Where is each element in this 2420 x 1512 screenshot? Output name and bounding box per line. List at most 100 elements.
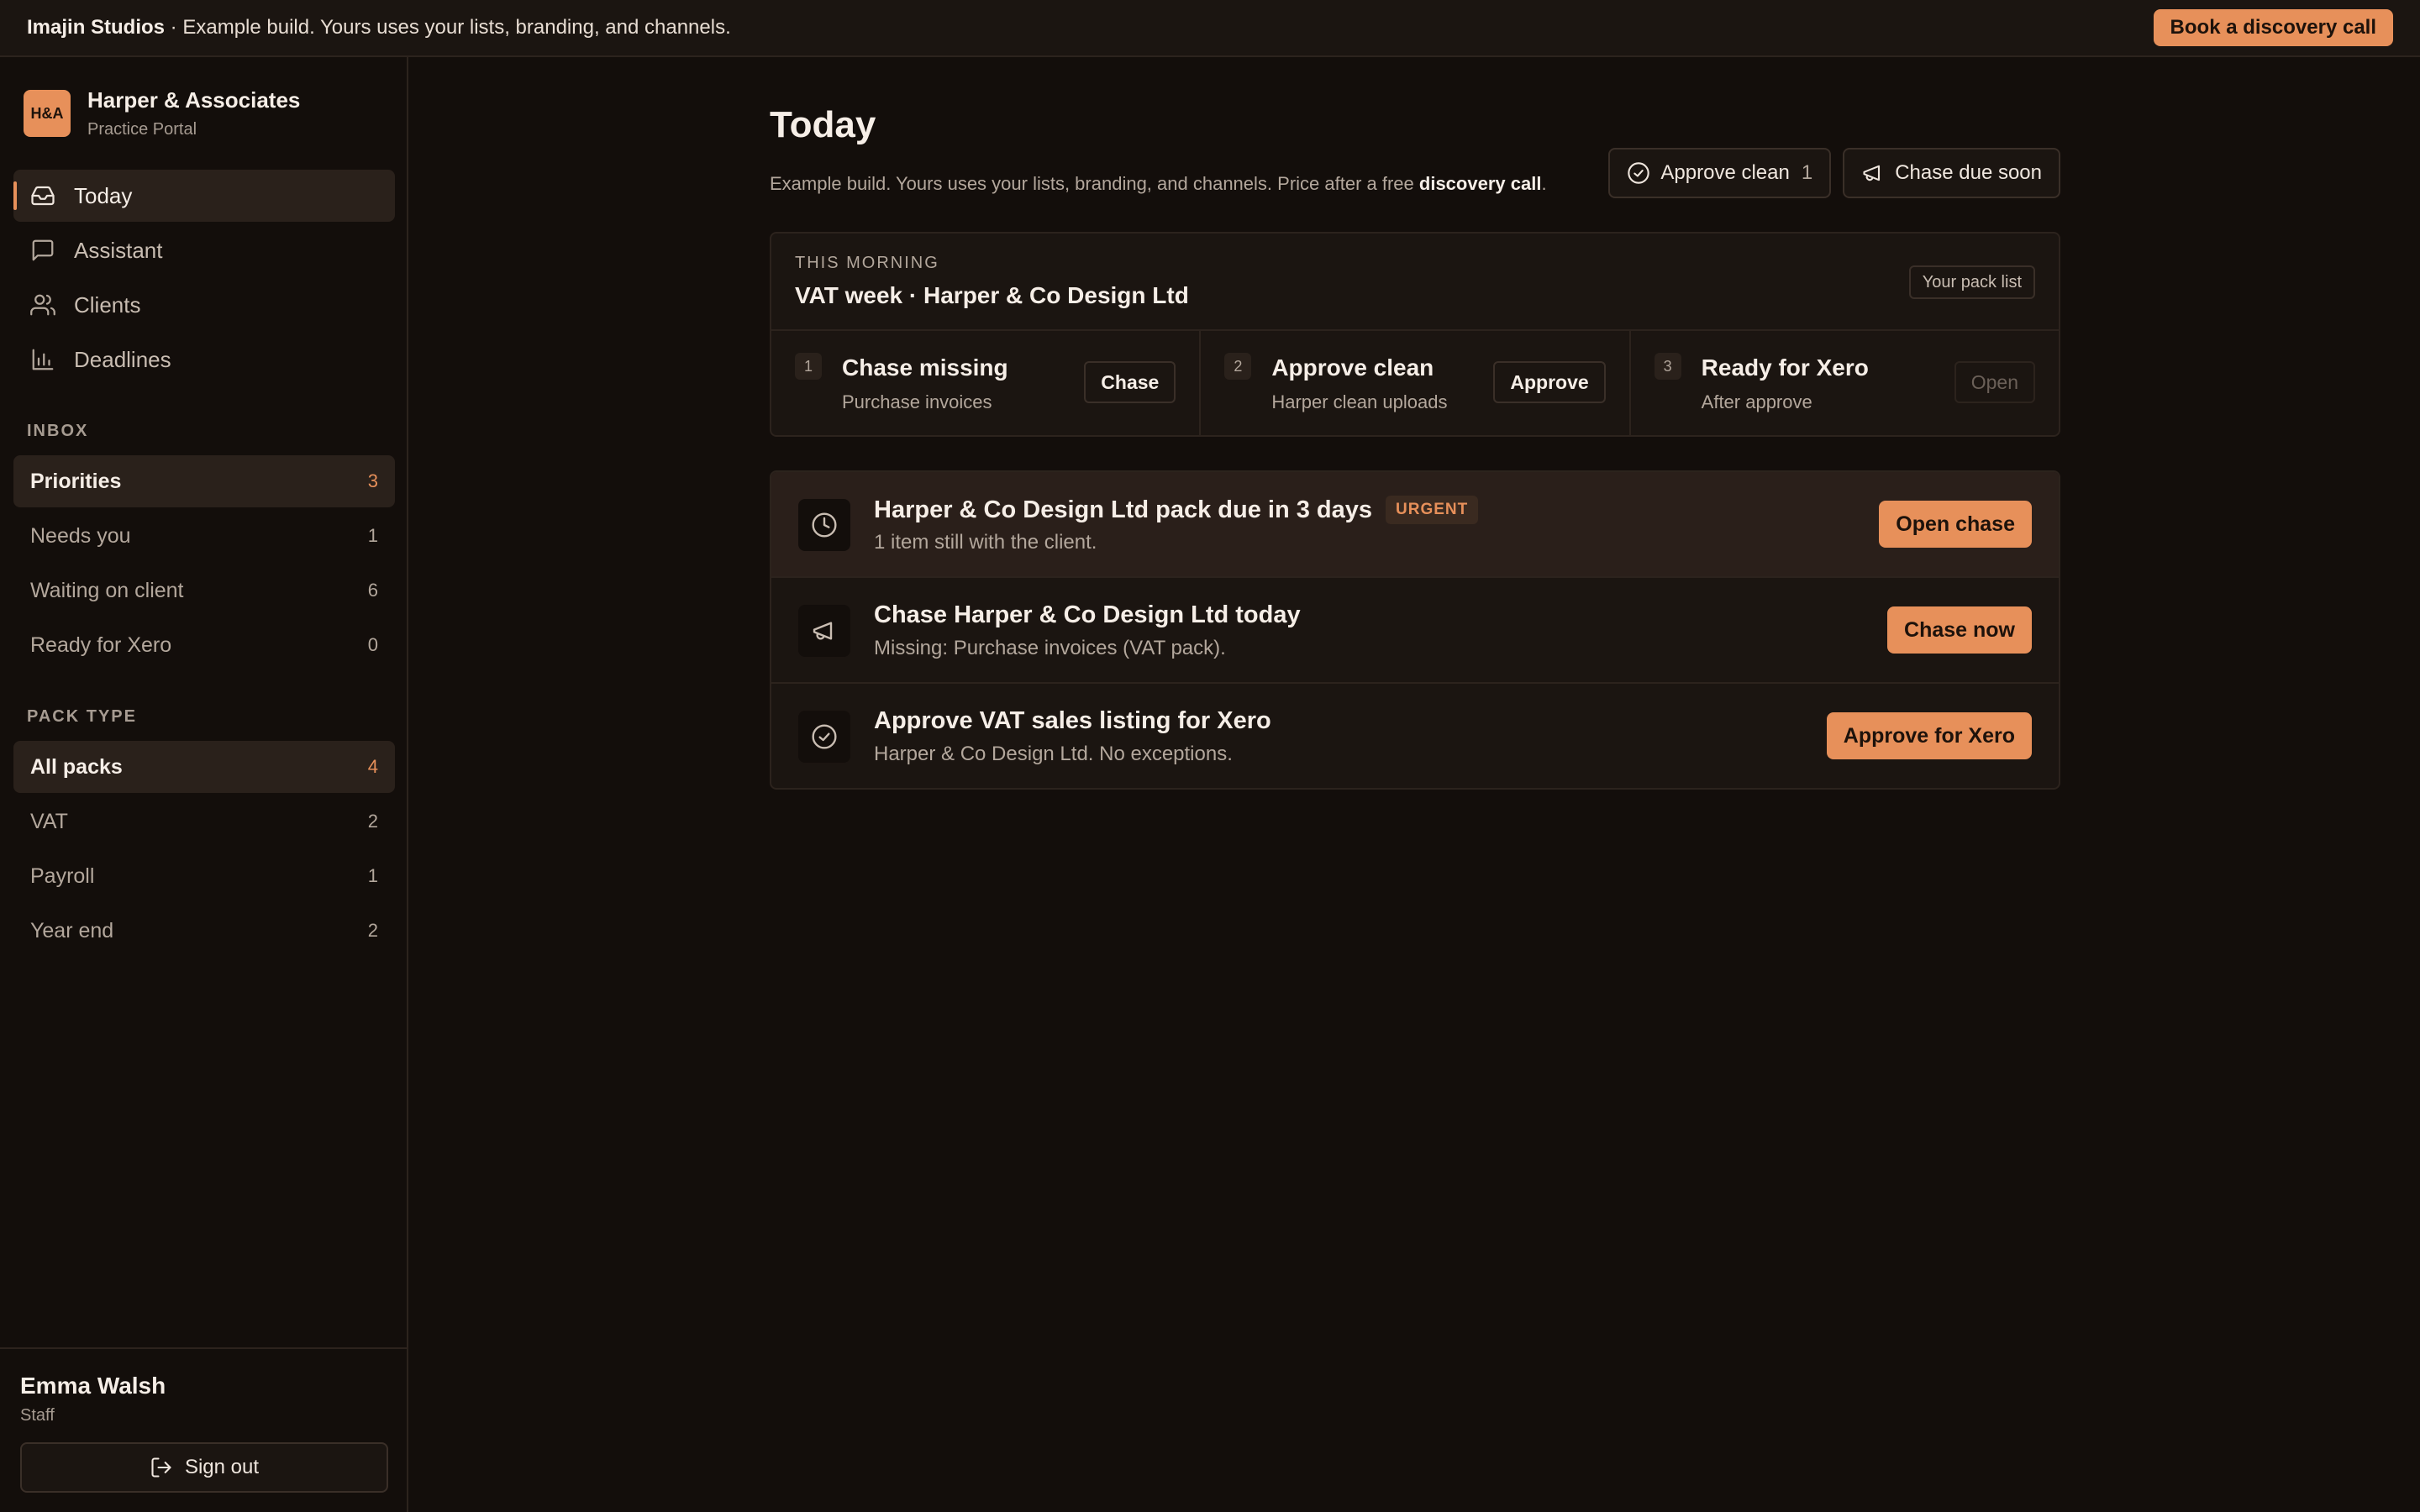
- sidebar: H&A Harper & Associates Practice Portal …: [0, 57, 408, 1512]
- pack-item-year-end[interactable]: Year end 2: [13, 905, 395, 957]
- nav-item-assistant[interactable]: Assistant: [13, 224, 395, 276]
- task-row-pack-due: Harper & Co Design Ltd pack due in 3 day…: [771, 472, 2059, 578]
- banner-message: · Example build. Yours uses your lists, …: [165, 16, 731, 39]
- task-subtitle: 1 item still with the client.: [874, 531, 1097, 554]
- step-chase-missing: 1 Chase missing Purchase invoices Chase: [771, 331, 1202, 435]
- chase-button[interactable]: Chase: [1084, 361, 1176, 403]
- nav-label-today: Today: [74, 182, 133, 208]
- pack-item-count: 1: [367, 865, 378, 886]
- pack-item-label: Payroll: [30, 864, 95, 888]
- task-title: Harper & Co Design Ltd pack due in 3 day…: [874, 496, 1479, 524]
- main-nav: Today Assistant Clients Deadlines: [13, 170, 395, 388]
- task-title-text: Chase Harper & Co Design Ltd today: [874, 601, 1301, 628]
- inbox-item-priorities[interactable]: Priorities 3: [13, 455, 395, 507]
- approve-clean-button[interactable]: Approve clean 1: [1608, 148, 1832, 198]
- book-discovery-call-button[interactable]: Book a discovery call: [2153, 9, 2393, 46]
- workflow-steps: 1 Chase missing Purchase invoices Chase …: [771, 331, 2059, 435]
- chat-icon: [32, 239, 54, 261]
- pack-type-filter-list: All packs 4 VAT 2 Payroll 1 Year end 2: [13, 741, 395, 959]
- inbox-item-needs-you[interactable]: Needs you 1: [13, 510, 395, 562]
- pack-item-count: 4: [367, 756, 378, 777]
- step-subtitle: Harper clean uploads: [1271, 391, 1448, 412]
- page-title: Today: [770, 104, 876, 145]
- nav-item-today[interactable]: Today: [13, 170, 395, 222]
- discovery-call-link[interactable]: discovery call: [1419, 173, 1542, 194]
- step-ready-for-xero: 3 Ready for Xero After approve Open: [1631, 331, 2059, 435]
- user-name: Emma Walsh: [20, 1373, 166, 1399]
- your-pack-list-button[interactable]: Your pack list: [1908, 265, 2035, 299]
- inbox-icon: [31, 186, 55, 206]
- open-button[interactable]: Open: [1954, 361, 2035, 403]
- step-number: 3: [1654, 353, 1681, 380]
- inbox-item-ready-for-xero[interactable]: Ready for Xero 0: [13, 619, 395, 671]
- clock-icon: [812, 512, 837, 538]
- pack-item-label: All packs: [30, 754, 123, 779]
- open-chase-button[interactable]: Open chase: [1879, 501, 2032, 548]
- pack-item-vat[interactable]: VAT 2: [13, 795, 395, 848]
- log-out-icon: [151, 1457, 171, 1478]
- nav-item-clients[interactable]: Clients: [13, 279, 395, 331]
- check-circle-icon: [812, 724, 837, 749]
- pack-type-section-label: PACK TYPE: [27, 707, 137, 726]
- this-morning-title: VAT week · Harper & Co Design Ltd: [795, 282, 1189, 308]
- practice-subtitle: Practice Portal: [87, 120, 197, 139]
- task-icon-box: [798, 605, 850, 657]
- inbox-item-count: 3: [367, 470, 378, 491]
- nav-label-clients: Clients: [74, 291, 141, 318]
- step-subtitle: After approve: [1701, 391, 1812, 412]
- inbox-item-count: 6: [367, 580, 378, 601]
- this-morning-card: THIS MORNING VAT week · Harper & Co Desi…: [770, 232, 2060, 437]
- bar-chart-icon: [32, 349, 54, 370]
- task-icon-box: [798, 711, 850, 763]
- approve-button[interactable]: Approve: [1493, 361, 1606, 403]
- nav-label-assistant: Assistant: [74, 237, 163, 263]
- task-subtitle: Harper & Co Design Ltd. No exceptions.: [874, 743, 1233, 765]
- pack-item-payroll[interactable]: Payroll 1: [13, 850, 395, 902]
- task-row-approve-vat: Approve VAT sales listing for Xero Harpe…: [771, 684, 2059, 788]
- this-morning-eyebrow: THIS MORNING: [795, 254, 939, 272]
- step-approve-clean: 2 Approve clean Harper clean uploads App…: [1201, 331, 1631, 435]
- inbox-item-label: Waiting on client: [30, 578, 184, 602]
- chase-due-soon-label: Chase due soon: [1895, 161, 2042, 184]
- inbox-item-count: 1: [367, 525, 378, 546]
- step-title: Ready for Xero: [1701, 354, 1869, 381]
- pack-item-count: 2: [367, 811, 378, 832]
- urgent-badge: URGENT: [1386, 496, 1479, 524]
- this-morning-header: THIS MORNING VAT week · Harper & Co Desi…: [771, 234, 2059, 331]
- sign-out-label: Sign out: [184, 1456, 260, 1478]
- practice-brand: H&A Harper & Associates Practice Portal: [24, 87, 300, 139]
- task-title-text: Harper & Co Design Ltd pack due in 3 day…: [874, 496, 1373, 523]
- users-icon: [30, 294, 55, 316]
- task-icon-box: [798, 499, 850, 551]
- inbox-item-waiting-on-client[interactable]: Waiting on client 6: [13, 564, 395, 617]
- nav-label-deadlines: Deadlines: [74, 346, 171, 372]
- inbox-filter-list: Priorities 3 Needs you 1 Waiting on clie…: [13, 455, 395, 674]
- inbox-section-label: INBOX: [27, 422, 89, 440]
- pack-item-label: Year end: [30, 918, 114, 942]
- header-actions: Approve clean 1 Chase due soon: [1608, 148, 2060, 198]
- user-role: Staff: [20, 1406, 55, 1425]
- user-block: Emma Walsh Staff Sign out: [0, 1347, 407, 1512]
- approve-clean-label: Approve clean: [1660, 161, 1790, 184]
- banner-text: Imajin Studios · Example build. Yours us…: [27, 16, 731, 39]
- nav-item-deadlines[interactable]: Deadlines: [13, 333, 395, 386]
- practice-name: Harper & Associates: [87, 87, 301, 113]
- pack-item-count: 2: [367, 920, 378, 941]
- check-circle-icon: [1628, 162, 1650, 184]
- sign-out-button[interactable]: Sign out: [20, 1442, 388, 1493]
- practice-logo: H&A: [24, 90, 71, 137]
- task-subtitle: Missing: Purchase invoices (VAT pack).: [874, 637, 1226, 659]
- page-subtitle-text: Example build. Yours uses your lists, br…: [770, 173, 1419, 194]
- step-subtitle: Purchase invoices: [842, 391, 992, 412]
- megaphone-icon: [1863, 165, 1881, 181]
- pack-item-all[interactable]: All packs 4: [13, 741, 395, 793]
- chase-now-button[interactable]: Chase now: [1887, 606, 2032, 654]
- inbox-item-count: 0: [367, 634, 378, 655]
- pack-item-label: VAT: [30, 809, 68, 833]
- inbox-item-label: Needs you: [30, 523, 131, 548]
- step-title: Chase missing: [842, 354, 1008, 381]
- page-subtitle-end: .: [1541, 173, 1547, 194]
- approve-for-xero-button[interactable]: Approve for Xero: [1826, 712, 2032, 759]
- chase-due-soon-button[interactable]: Chase due soon: [1843, 148, 2060, 198]
- inbox-item-label: Priorities: [30, 469, 122, 493]
